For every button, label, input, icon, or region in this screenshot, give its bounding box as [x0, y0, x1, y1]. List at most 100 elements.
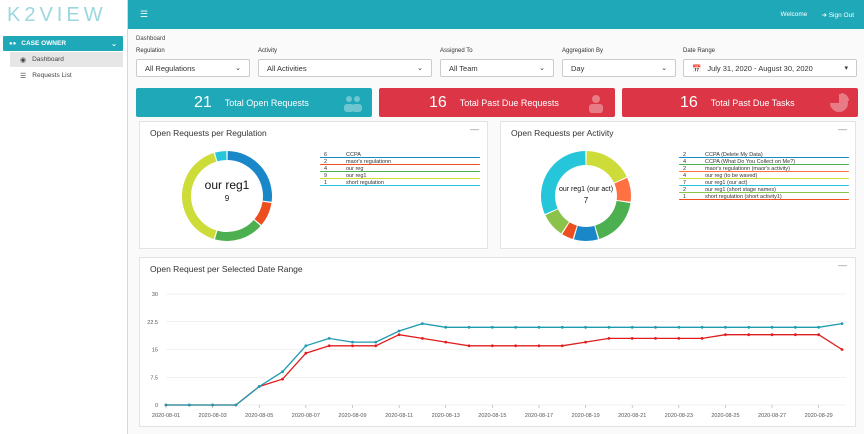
- data-point[interactable]: [840, 348, 844, 351]
- collapse-icon[interactable]: —: [838, 124, 847, 134]
- data-point[interactable]: [560, 325, 564, 329]
- data-point[interactable]: [724, 333, 727, 337]
- data-point[interactable]: [327, 344, 331, 348]
- donut-slice[interactable]: [595, 200, 631, 239]
- data-point[interactable]: [654, 337, 657, 340]
- data-point[interactable]: [281, 370, 284, 374]
- data-point[interactable]: [444, 325, 448, 329]
- data-point[interactable]: [421, 322, 424, 325]
- data-point[interactable]: [514, 325, 518, 329]
- aggregation-label: Aggregation By: [562, 48, 604, 54]
- donut-slice[interactable]: [586, 151, 627, 183]
- regulation-select[interactable]: All Regulations ⌄: [136, 59, 250, 77]
- legend-item[interactable]: 6 CCPA: [320, 151, 480, 158]
- donut-center-value: 9: [224, 194, 230, 203]
- data-point[interactable]: [164, 403, 168, 407]
- data-point[interactable]: [514, 344, 518, 348]
- data-point[interactable]: [467, 344, 471, 348]
- series-line: [166, 334, 843, 406]
- data-point[interactable]: [234, 403, 238, 407]
- data-point[interactable]: [724, 325, 727, 329]
- data-point[interactable]: [444, 340, 448, 344]
- kpi-past-due-tasks: 16 Total Past Due Tasks: [622, 88, 858, 117]
- legend-item[interactable]: 7 our reg1 (our act): [679, 179, 849, 186]
- legend-item[interactable]: 4 our reg: [320, 165, 480, 172]
- legend-item[interactable]: 2 CCPA (Delete My Data): [679, 151, 849, 158]
- data-point[interactable]: [630, 325, 634, 329]
- data-point[interactable]: [397, 329, 401, 333]
- data-point[interactable]: [770, 333, 774, 337]
- sidebar-item-label: Dashboard: [32, 56, 64, 63]
- data-point[interactable]: [817, 325, 821, 329]
- x-tick-label: 2020-08-25: [711, 413, 739, 419]
- sidebar-item-dashboard[interactable]: ◉ Dashboard: [10, 52, 123, 67]
- activity-select[interactable]: All Activities ⌄: [258, 59, 432, 77]
- data-point[interactable]: [747, 333, 751, 337]
- data-point[interactable]: [351, 344, 354, 348]
- data-point[interactable]: [607, 325, 611, 329]
- collapse-icon[interactable]: —: [470, 124, 479, 134]
- data-point[interactable]: [700, 325, 704, 329]
- data-point[interactable]: [677, 325, 681, 329]
- data-point[interactable]: [560, 344, 564, 348]
- data-point[interactable]: [770, 325, 774, 329]
- data-point[interactable]: [793, 333, 797, 337]
- data-point[interactable]: [840, 322, 844, 325]
- data-point[interactable]: [304, 344, 308, 348]
- data-point[interactable]: [677, 337, 681, 340]
- data-point[interactable]: [654, 325, 657, 329]
- legend-item[interactable]: 1 short regulation: [320, 179, 480, 186]
- data-point[interactable]: [490, 325, 494, 329]
- series-line: [166, 322, 843, 406]
- panel-title: Open Requests per Regulation: [150, 128, 267, 138]
- data-point[interactable]: [421, 337, 424, 340]
- data-point[interactable]: [607, 337, 611, 340]
- assigned-select[interactable]: All Team ⌄: [440, 59, 554, 77]
- data-point[interactable]: [397, 333, 401, 337]
- legend-item[interactable]: 9 our reg1: [320, 172, 480, 179]
- data-point[interactable]: [537, 344, 541, 348]
- chevron-down-icon: ⌄: [417, 65, 423, 72]
- donut-slice[interactable]: [573, 225, 599, 241]
- data-point[interactable]: [537, 325, 541, 329]
- hamburger-icon[interactable]: ☰: [140, 9, 148, 20]
- activity-filter: Activity All Activities ⌄: [258, 48, 432, 77]
- data-point[interactable]: [630, 337, 634, 340]
- x-tick-label: 2020-08-23: [665, 413, 693, 419]
- data-point[interactable]: [304, 351, 308, 355]
- data-point[interactable]: [187, 403, 191, 407]
- legend-item[interactable]: 4 CCPA (What Do You Collect on Me?): [679, 158, 849, 165]
- donut-slice[interactable]: [214, 219, 261, 241]
- x-tick-label: 2020-08-01: [152, 413, 180, 419]
- data-point[interactable]: [817, 333, 821, 337]
- data-point[interactable]: [211, 403, 215, 407]
- data-point[interactable]: [584, 340, 587, 344]
- legend-item[interactable]: 4 our reg (to be waved): [679, 172, 849, 179]
- data-point[interactable]: [257, 385, 261, 388]
- date-range-picker[interactable]: 📅 July 31, 2020 - August 30, 2020 ▾: [683, 59, 857, 77]
- data-point[interactable]: [490, 344, 494, 348]
- case-owner-menu[interactable]: ●● CASE OWNER ⌄: [3, 36, 123, 51]
- data-point[interactable]: [351, 340, 354, 344]
- data-point[interactable]: [374, 340, 378, 344]
- aggregation-select[interactable]: Day ⌄: [562, 59, 676, 77]
- regulation-value: All Regulations: [145, 63, 196, 73]
- legend-item[interactable]: 2 maor's regulationn (maor's activity): [679, 165, 849, 172]
- data-point[interactable]: [467, 325, 471, 329]
- donut-slice[interactable]: [214, 151, 227, 162]
- data-point[interactable]: [281, 377, 284, 381]
- data-point[interactable]: [793, 325, 797, 329]
- donut-slice[interactable]: [254, 201, 272, 225]
- data-point[interactable]: [584, 325, 587, 329]
- data-point[interactable]: [747, 325, 751, 329]
- legend-item[interactable]: 2 our reg1 (short stage names): [679, 186, 849, 193]
- legend-item[interactable]: 1 short regulation (short activity1): [679, 193, 849, 200]
- data-point[interactable]: [700, 337, 704, 340]
- sidebar-item-requests-list[interactable]: ☰ Requests List: [10, 68, 123, 83]
- data-point[interactable]: [327, 337, 331, 340]
- chevron-down-icon: ⌄: [539, 65, 545, 72]
- data-point[interactable]: [374, 344, 378, 348]
- sign-out-button[interactable]: ➜ Sign Out: [821, 11, 854, 19]
- kpi-past-due-requests: 16 Total Past Due Requests: [379, 88, 615, 117]
- legend-item[interactable]: 2 maor's regulationn: [320, 158, 480, 165]
